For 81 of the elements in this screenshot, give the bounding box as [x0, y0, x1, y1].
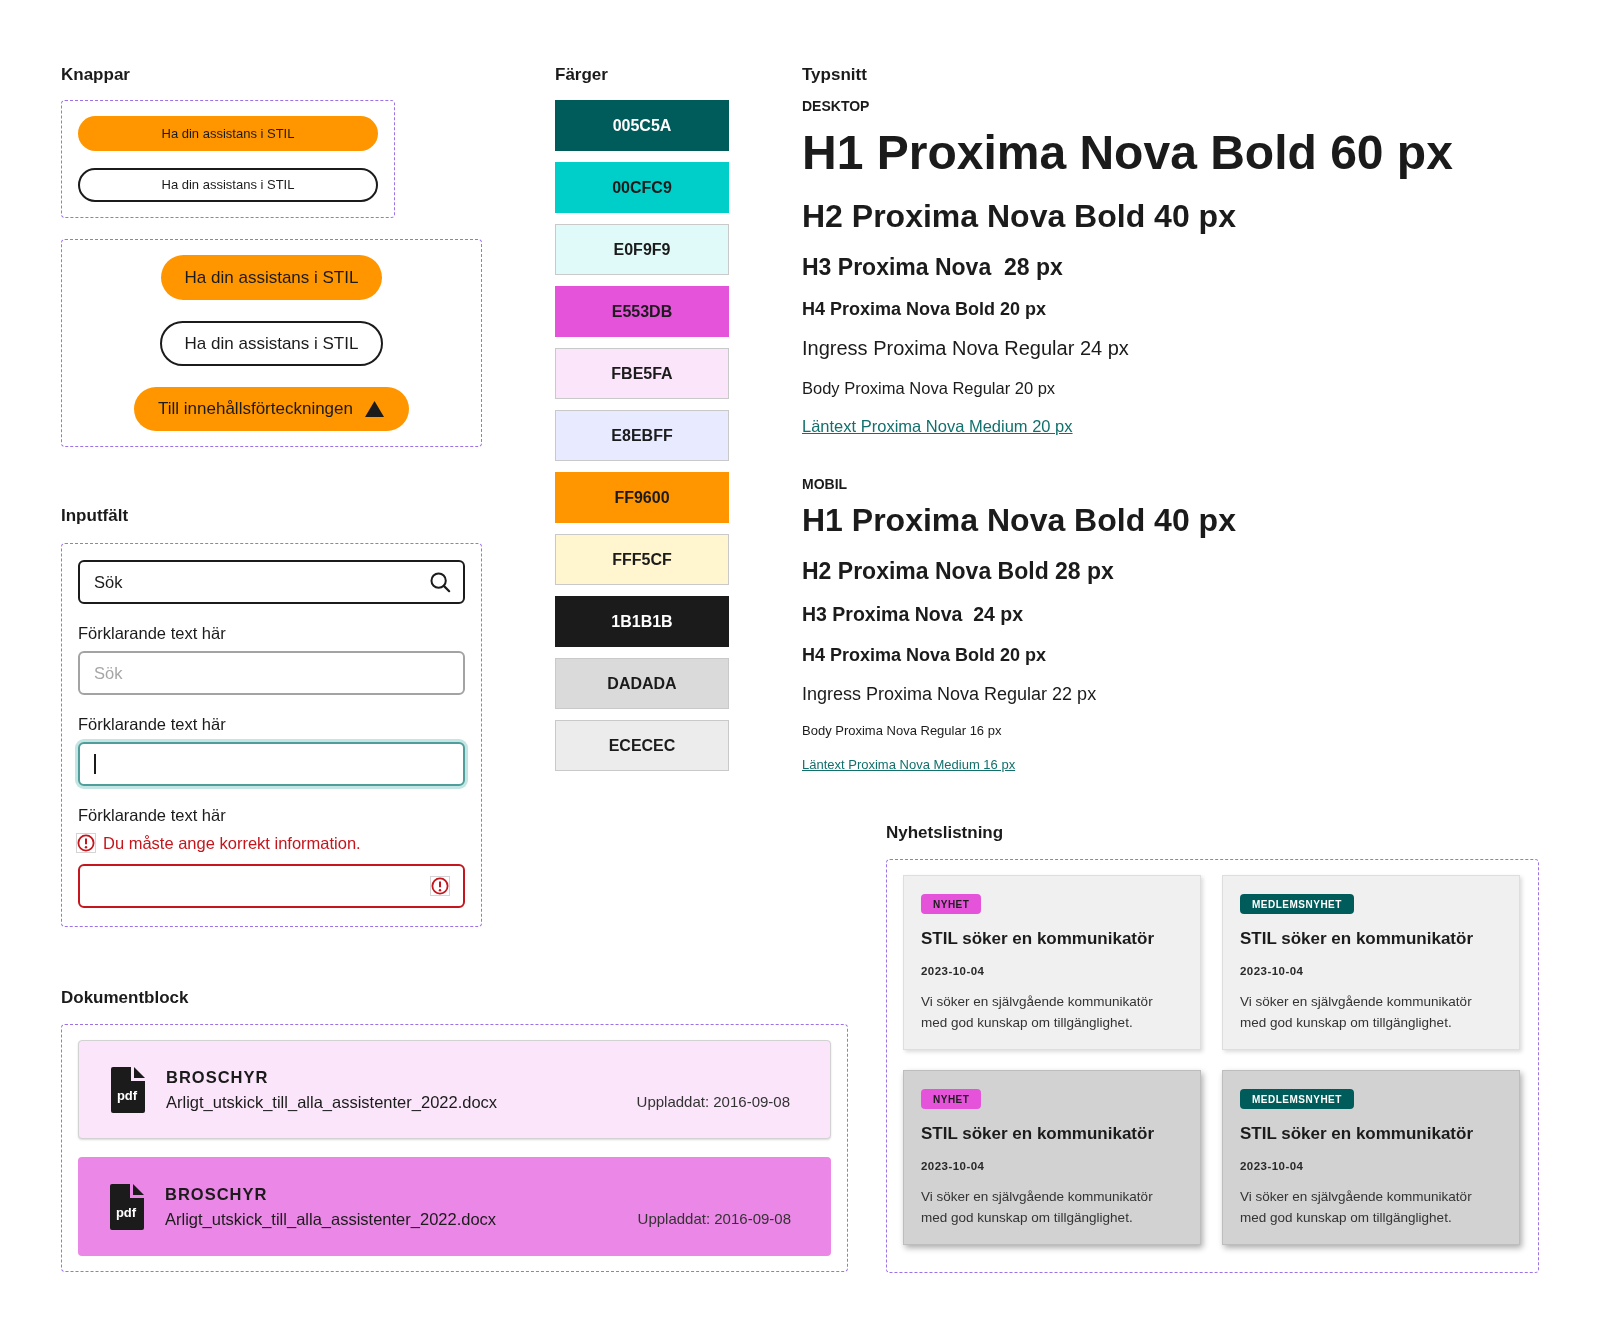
document-card[interactable]: pdf BROSCHYR Arligt_utskick_till_alla_assistenter_2022.docx Uppladdat: 2016-09-08: [78, 1157, 831, 1256]
news-tag: NYHET: [921, 1089, 982, 1109]
section-heading: Typsnitt: [802, 64, 867, 86]
field-label: Förklarande text här: [78, 714, 227, 734]
news-date: 2023-10-04: [1240, 964, 1304, 978]
text-field[interactable]: Sök: [78, 651, 465, 695]
upload-date: Uppladdat: 2016-09-08: [637, 1208, 791, 1229]
body-text-sample: Body Proxima Nova Regular 20 px: [802, 378, 1056, 399]
outline-button[interactable]: Ha din assistans i STIL: [159, 321, 384, 366]
alert-icon: [76, 833, 96, 853]
section-heading: Nyhetslistning: [886, 822, 1005, 844]
news-tag: NYHET: [921, 894, 982, 914]
alert-icon: [430, 876, 450, 896]
group-label: DESKTOP: [802, 97, 870, 115]
body-text-sample: Body Proxima Nova Regular 16 px: [802, 722, 1002, 740]
document-filename: Arligt_utskick_till_alla_assistenter_2022.docx: [165, 1208, 497, 1230]
section-heading: Inputfält: [61, 505, 130, 527]
outline-button[interactable]: Ha din assistans i STIL: [78, 168, 378, 202]
triangle-icon: [365, 401, 384, 417]
document-filename: Arligt_utskick_till_alla_assistenter_2022.docx: [166, 1091, 498, 1113]
field-label: Förklarande text här: [78, 805, 227, 825]
color-swatch: FBE5FA: [555, 348, 729, 399]
color-swatch: E8EBFF: [555, 410, 729, 461]
text-cursor: [94, 754, 96, 774]
news-title: STIL söker en kommunikatör: [921, 929, 1155, 949]
news-title: STIL söker en kommunikatör: [1240, 929, 1474, 949]
news-date: 2023-10-04: [921, 964, 985, 978]
news-card[interactable]: MEDLEMSNYHET STIL söker en kommunikatör 2023-10-04 Vi söker en självgående kommunikatör med god kunskap om tillgänglighet.: [1222, 1070, 1520, 1245]
news-excerpt: Vi söker en självgående kommunikatör med god kunskap om tillgänglighet.: [921, 1188, 1154, 1227]
color-swatch: 00CFC9: [555, 162, 729, 213]
color-swatch: FF9600: [555, 472, 729, 523]
text-field[interactable]: [78, 864, 465, 908]
news-date: 2023-10-04: [1240, 1159, 1304, 1173]
heading-sample: H4 Proxima Nova Bold 20 px: [802, 298, 1047, 321]
color-swatch: E553DB: [555, 286, 729, 337]
document-category: BROSCHYR: [165, 1183, 269, 1204]
error-message: Du måste ange korrekt information.: [103, 833, 361, 853]
news-excerpt: Vi söker en självgående kommunikatör med god kunskap om tillgänglighet.: [1240, 1188, 1473, 1227]
ingress-sample: Ingress Proxima Nova Regular 22 px: [802, 683, 1097, 706]
news-card[interactable]: NYHET STIL söker en kommunikatör 2023-10-04 Vi söker en självgående kommunikatör med god kunskap om tillgänglighet.: [903, 875, 1201, 1050]
text-field[interactable]: [78, 742, 465, 786]
color-swatch: FFF5CF: [555, 534, 729, 585]
color-swatch: E0F9F9: [555, 224, 729, 275]
section-heading: Dokumentblock: [61, 987, 190, 1009]
news-card[interactable]: MEDLEMSNYHET STIL söker en kommunikatör 2023-10-04 Vi söker en självgående kommunikatör med god kunskap om tillgänglighet.: [1222, 875, 1520, 1050]
news-tag: MEDLEMSNYHET: [1240, 894, 1354, 914]
color-swatch: ECECEC: [555, 720, 729, 771]
news-card[interactable]: NYHET STIL söker en kommunikatör 2023-10-04 Vi söker en självgående kommunikatör med god kunskap om tillgänglighet.: [903, 1070, 1201, 1245]
news-title: STIL söker en kommunikatör: [921, 1124, 1155, 1144]
section-heading: Färger: [555, 64, 609, 86]
primary-button[interactable]: Ha din assistans i STIL: [160, 255, 383, 300]
news-title: STIL söker en kommunikatör: [1240, 1124, 1474, 1144]
news-excerpt: Vi söker en självgående kommunikatör med god kunskap om tillgänglighet.: [1240, 993, 1473, 1032]
news-excerpt: Vi söker en självgående kommunikatör med god kunskap om tillgänglighet.: [921, 993, 1154, 1032]
search-field[interactable]: Sök: [78, 560, 465, 604]
heading-sample: H4 Proxima Nova Bold 20 px: [802, 644, 1047, 667]
group-label: MOBIL: [802, 475, 848, 493]
heading-sample: H2 Proxima Nova Bold 40 px: [802, 197, 1236, 236]
contents-button[interactable]: Till innehållsförteckningen: [134, 387, 409, 431]
color-swatch: 005C5A: [555, 100, 729, 151]
link-sample[interactable]: Läntext Proxima Nova Medium 16 px: [802, 756, 1016, 774]
pdf-file-icon: pdf: [110, 1183, 144, 1230]
news-date: 2023-10-04: [921, 1159, 985, 1173]
news-tag: MEDLEMSNYHET: [1240, 1089, 1354, 1109]
ingress-sample: Ingress Proxima Nova Regular 24 px: [802, 336, 1129, 361]
section-heading: Knappar: [61, 64, 131, 86]
field-label: Förklarande text här: [78, 623, 227, 643]
heading-sample: H3 Proxima Nova 28 px: [802, 253, 1063, 282]
link-sample[interactable]: Läntext Proxima Nova Medium 20 px: [802, 415, 1073, 437]
heading-sample: H1 Proxima Nova Bold 60 px: [802, 125, 1453, 181]
document-category: BROSCHYR: [166, 1066, 270, 1087]
pdf-file-icon: pdf: [111, 1066, 145, 1113]
color-swatch: 1B1B1B: [555, 596, 729, 647]
heading-sample: H1 Proxima Nova Bold 40 px: [802, 501, 1236, 540]
color-swatch: DADADA: [555, 658, 729, 709]
heading-sample: H2 Proxima Nova Bold 28 px: [802, 557, 1114, 586]
upload-date: Uppladdat: 2016-09-08: [636, 1091, 790, 1112]
primary-button[interactable]: Ha din assistans i STIL: [78, 116, 378, 151]
heading-sample: H3 Proxima Nova 24 px: [802, 602, 1024, 627]
search-icon: [429, 571, 451, 593]
document-card[interactable]: pdf BROSCHYR Arligt_utskick_till_alla_assistenter_2022.docx Uppladdat: 2016-09-08: [78, 1040, 831, 1139]
